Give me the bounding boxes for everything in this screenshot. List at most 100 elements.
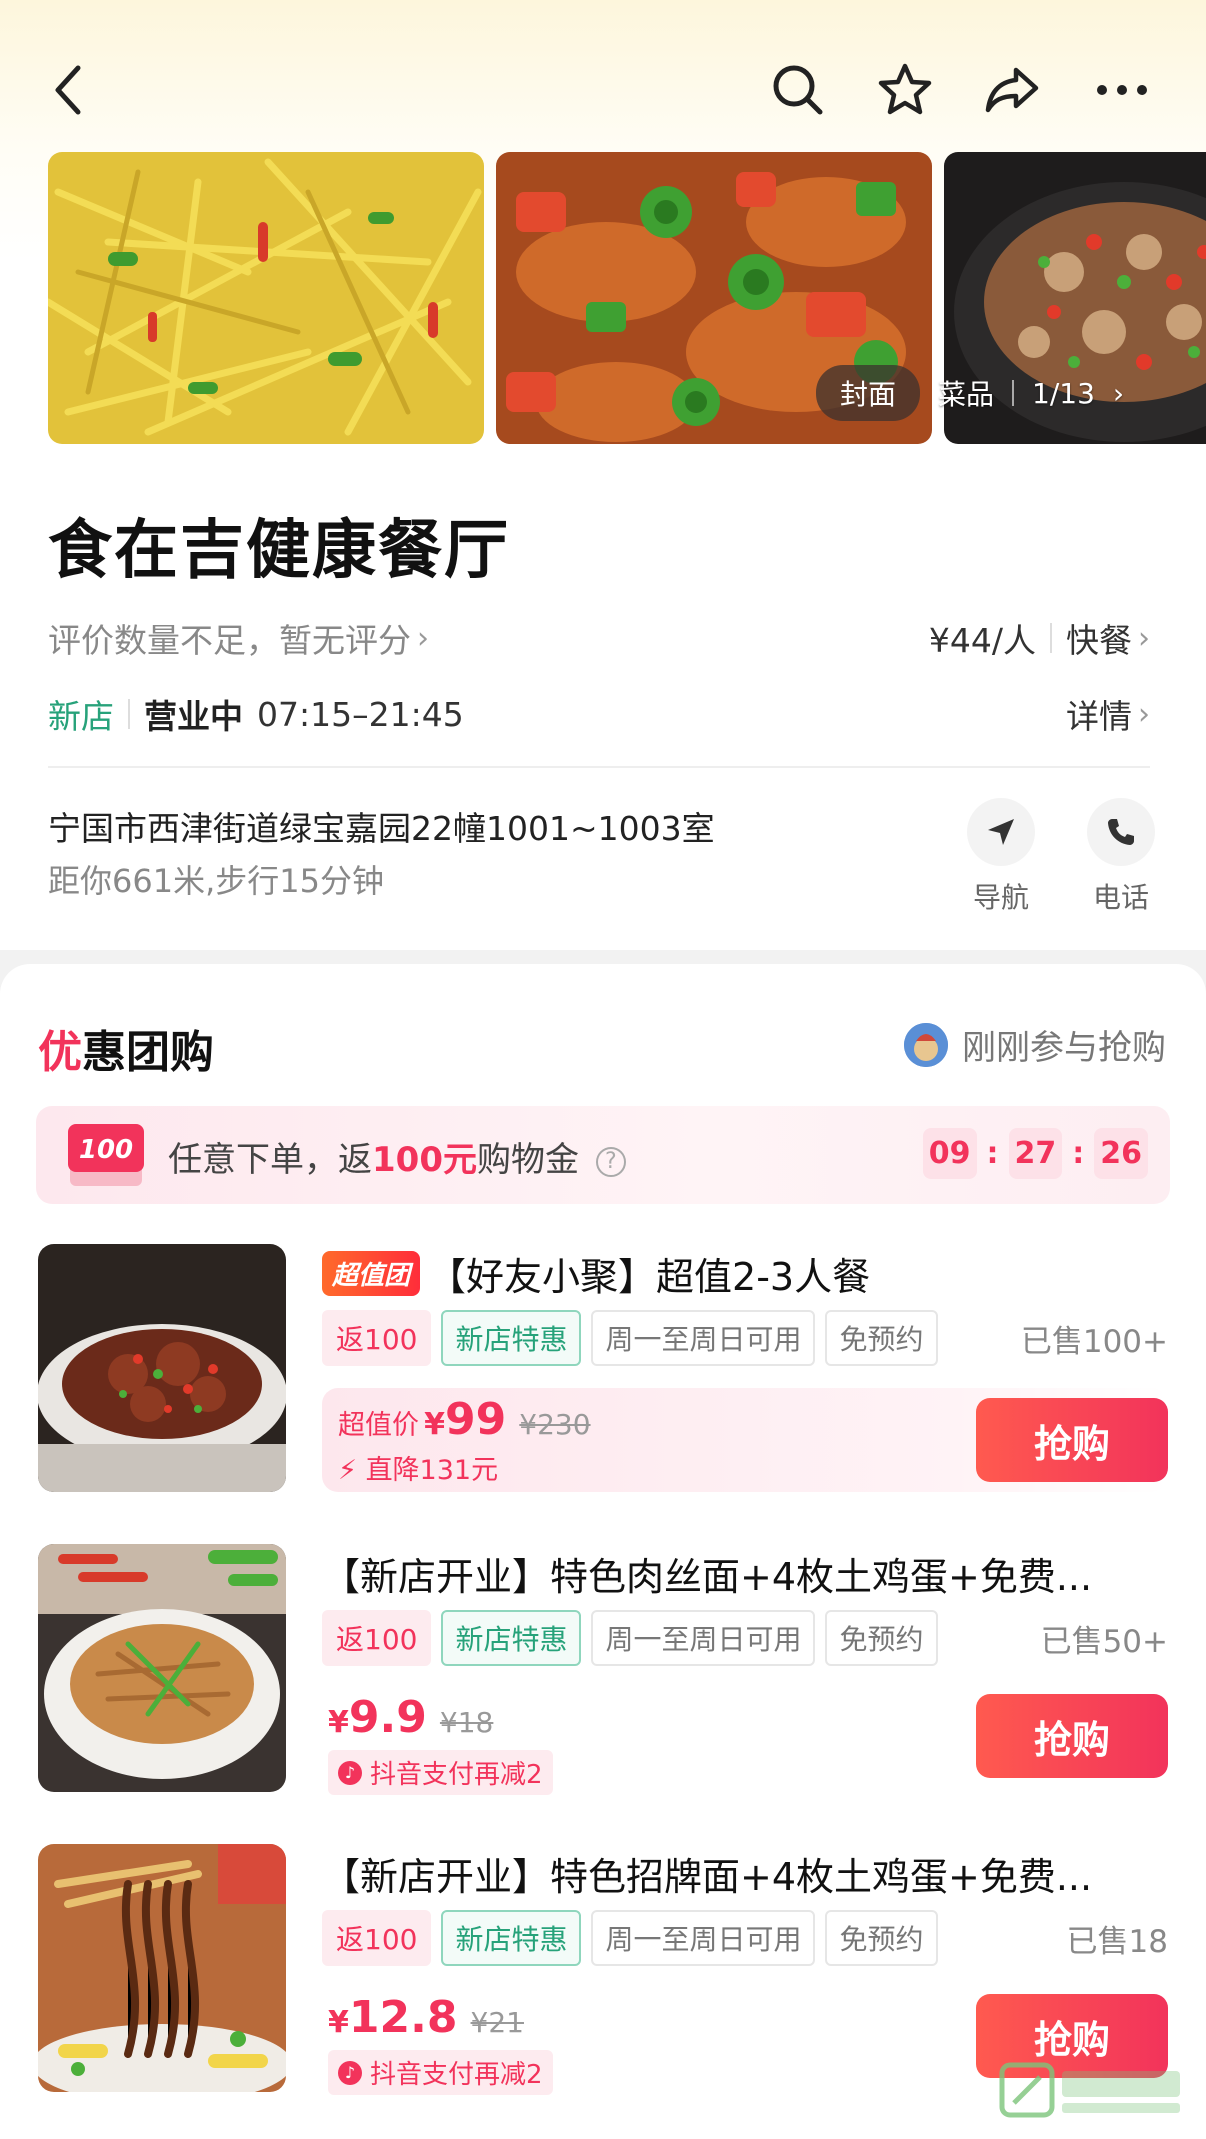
timer-minutes: 27 <box>1008 1128 1063 1179</box>
payment-discount-text: 抖音支付再减2 <box>370 2060 543 2090</box>
chevron-right-icon[interactable]: › <box>1138 621 1150 656</box>
navigate-button[interactable]: 导航 <box>946 798 1056 916</box>
tag-cashback: 返100 <box>322 1310 432 1366</box>
tag-no-reservation: 免预约 <box>825 1910 938 1966</box>
gallery-tabs: 封面 菜品 1/13 › <box>816 365 1142 421</box>
payment-discount-tag: ♪ 抖音支付再减2 <box>328 1750 553 1795</box>
divider <box>1050 623 1052 653</box>
deal-price: 12.8 <box>348 1992 458 2043</box>
countdown-timer: 09 : 27 : 26 <box>922 1128 1148 1179</box>
store-address[interactable]: 宁国市西津街道绿宝嘉园22幢1001~1003室 <box>48 802 715 850</box>
top-bar <box>0 40 1206 130</box>
tag-cashback: 返100 <box>322 1910 432 1966</box>
photo-counter[interactable]: 1/13 <box>1014 377 1113 410</box>
help-icon[interactable]: ? <box>595 1146 626 1177</box>
call-button[interactable]: 电话 <box>1066 798 1176 916</box>
tab-dishes[interactable]: 菜品 <box>920 373 1012 413</box>
tag-cashback: 返100 <box>322 1610 432 1666</box>
price-drop: ⚡ 直降131元 <box>338 1448 498 1487</box>
section-title-text: 惠团购 <box>82 1027 214 1078</box>
deal-item[interactable]: 【新店开业】特色肉丝面+4枚土鸡蛋+免费... 返100 新店特惠 周一至周日可… <box>38 1544 1168 1795</box>
deal-price: 9.9 <box>348 1692 427 1743</box>
open-status: 营业中 <box>144 697 243 736</box>
rating-row: 评价数量不足，暂无评分 › ¥44/人 快餐 › <box>48 614 1150 662</box>
original-price: ¥21 <box>470 2006 524 2039</box>
chevron-right-icon[interactable]: › <box>417 621 429 656</box>
cashback-badge-icon: 100 <box>66 1122 146 1188</box>
divider <box>128 699 130 729</box>
tag-new-store: 新店特惠 <box>441 1310 582 1366</box>
coupon-line: ♪ 抖音支付再减2 <box>328 1750 553 1795</box>
forum-watermark-logo <box>996 2057 1192 2127</box>
avatar <box>904 1022 948 1067</box>
phone-icon <box>1087 798 1155 866</box>
tab-cover[interactable]: 封面 <box>816 365 921 421</box>
deal-tags: 返100 新店特惠 周一至周日可用 免预约 <box>322 1610 948 1666</box>
tag-availability: 周一至周日可用 <box>591 1610 816 1666</box>
dish-photo-potato[interactable] <box>48 152 484 444</box>
value-deal-badge: 超值团 <box>322 1251 421 1296</box>
timer-separator: : <box>1072 1136 1085 1171</box>
store-info-card: 食在吉健康餐厅 评价数量不足，暂无评分 › ¥44/人 快餐 › 新店 营业中 … <box>0 444 1206 938</box>
deal-item[interactable]: 超值团 【好友小聚】超值2-3人餐 返100 新店特惠 周一至周日可用 免预约 … <box>38 1244 1168 1494</box>
section-title-prefix: 优 <box>38 1027 82 1078</box>
tag-new-store: 新店特惠 <box>441 1610 582 1666</box>
buy-button[interactable]: 抢购 <box>976 1694 1168 1778</box>
buy-button[interactable]: 抢购 <box>976 1398 1168 1482</box>
price-line: ¥9.9 ¥18 <box>328 1692 493 1743</box>
deal-tags: 返100 新店特惠 周一至周日可用 免预约 <box>322 1910 948 1966</box>
price-currency: ¥ <box>328 1705 349 1740</box>
hours-row: 新店 营业中 07:15–21:45 详情 › <box>48 690 1150 738</box>
navigate-label: 导航 <box>972 881 1029 914</box>
deal-price: 99 <box>444 1394 507 1445</box>
tag-new-store: 新店特惠 <box>441 1910 582 1966</box>
recent-buyers-text: 刚刚参与抢购 <box>962 1028 1166 1068</box>
cashback-badge-text: 100 <box>79 1135 133 1165</box>
cashback-text-end: 购物金 <box>476 1140 579 1180</box>
price-currency: ¥ <box>328 2005 349 2040</box>
call-label: 电话 <box>1092 881 1149 914</box>
price-currency: ¥ <box>424 1407 445 1442</box>
deal-tags: 返100 新店特惠 周一至周日可用 免预约 <box>322 1310 948 1366</box>
cashback-banner[interactable]: 100 任意下单，返100元购物金 ? 09 : 27 : 26 <box>36 1106 1170 1204</box>
tag-availability: 周一至周日可用 <box>591 1310 816 1366</box>
recent-buyers[interactable]: 刚刚参与抢购 <box>904 1020 1166 1069</box>
music-note-icon: ♪ <box>338 2060 362 2085</box>
original-price: ¥230 <box>519 1408 591 1441</box>
chevron-right-icon[interactable]: › <box>1138 697 1150 732</box>
group-deals-section: 优惠团购 刚刚参与抢购 100 任意下单，返100元购物金 ? 09 : 27 … <box>0 964 1206 2139</box>
price-line: 超值价 ¥99 ¥230 <box>338 1394 591 1445</box>
deal-title: 【新店开业】特色肉丝面+4枚土鸡蛋+免费... <box>322 1555 1093 1599</box>
cashback-amount: 100元 <box>372 1140 477 1180</box>
original-price: ¥18 <box>439 1706 494 1739</box>
category-link[interactable]: 快餐 <box>1066 614 1132 662</box>
price-label: 超值价 <box>338 1410 419 1441</box>
divider <box>48 766 1150 768</box>
store-page: 封面 菜品 1/13 › 食在吉健康餐厅 评价数量不足，暂无评分 › ¥44/人… <box>0 0 1206 2139</box>
sold-count: 已售50+ <box>1040 1624 1168 1660</box>
search-icon[interactable] <box>758 50 838 130</box>
deal-title: 超值团 【好友小聚】超值2-3人餐 <box>322 1246 1182 1301</box>
deal-title: 【新店开业】特色招牌面+4枚土鸡蛋+免费... <box>322 1855 1093 1899</box>
coupon-line: ♪ 抖音支付再减2 <box>328 2050 553 2095</box>
back-arrow-icon[interactable] <box>30 50 110 130</box>
payment-discount-text: 抖音支付再减2 <box>370 1760 543 1790</box>
tag-no-reservation: 免预约 <box>825 1610 938 1666</box>
star-icon[interactable] <box>865 50 945 130</box>
business-hours: 07:15–21:45 <box>257 694 464 734</box>
sold-count: 已售100+ <box>1020 1324 1168 1360</box>
lightning-icon: ⚡ <box>338 1455 357 1486</box>
price-drop-text: 直降131元 <box>365 1455 499 1486</box>
chevron-right-icon[interactable]: › <box>1113 377 1142 410</box>
share-icon[interactable] <box>972 50 1052 130</box>
payment-discount-tag: ♪ 抖音支付再减2 <box>328 2050 553 2095</box>
navigation-icon <box>967 798 1035 866</box>
more-icon[interactable] <box>1082 50 1162 130</box>
music-note-icon: ♪ <box>338 1760 362 1785</box>
details-link[interactable]: 详情 <box>1066 690 1132 738</box>
cashback-text-start: 任意下单，返 <box>168 1140 372 1180</box>
deal-title-text: 【好友小聚】超值2-3人餐 <box>428 1255 871 1299</box>
rating-text[interactable]: 评价数量不足，暂无评分 <box>48 614 411 662</box>
sold-count: 已售18 <box>1066 1924 1168 1960</box>
price-line: ¥12.8 ¥21 <box>328 1992 524 2043</box>
